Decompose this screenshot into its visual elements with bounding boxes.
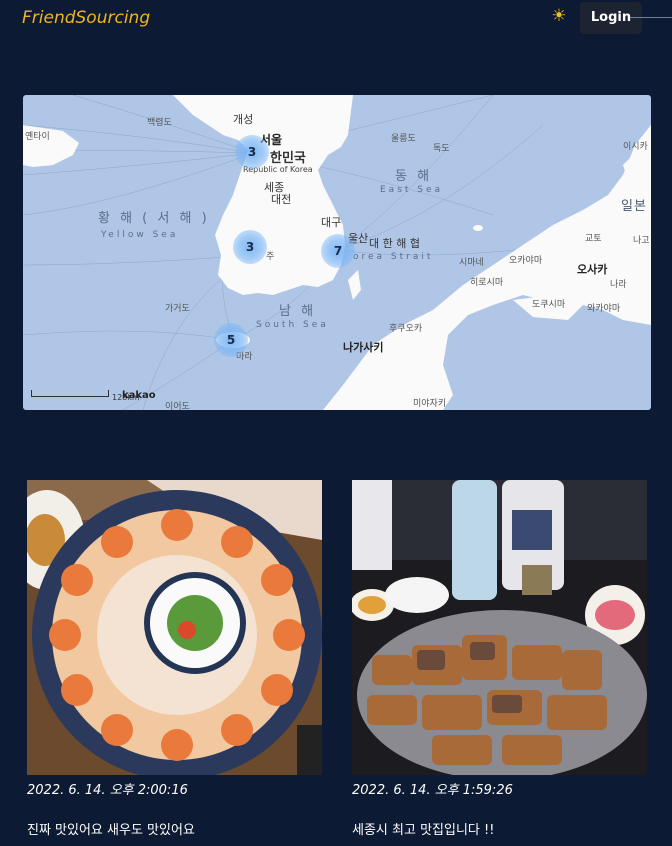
- map-label: 대전: [271, 193, 292, 206]
- map-label: 주: [266, 252, 275, 262]
- post-text: 세종시 최고 맛집입니다 !!: [352, 823, 495, 838]
- map-label: 한민국: [270, 151, 306, 166]
- map-label: 교토: [585, 234, 602, 244]
- map-label: 울릉도: [391, 134, 416, 144]
- map-label: 나가사키: [343, 341, 384, 354]
- post-image[interactable]: [352, 480, 647, 775]
- map-scale-bar: [31, 390, 109, 397]
- map-label: 미야자키: [413, 399, 447, 409]
- map-label: 도쿠시마: [532, 300, 566, 310]
- map-label: 이시카: [623, 142, 648, 152]
- map-label: orea Strait: [353, 252, 434, 262]
- login-button[interactable]: Login: [580, 2, 642, 34]
- map-label: 나고: [633, 236, 650, 246]
- map-label: 후쿠오카: [389, 324, 423, 334]
- map-label: 오카야마: [509, 256, 543, 266]
- map-label: 황 해 ( 서 해 ): [98, 211, 210, 226]
- map-cluster-marker[interactable]: 5: [214, 323, 248, 357]
- map-label: 옌타이: [25, 132, 50, 142]
- post-text: 진짜 맛있어요 새우도 맛있어요: [27, 823, 195, 838]
- map-label: 개성: [233, 113, 254, 126]
- map-cluster-marker[interactable]: 7: [321, 234, 355, 268]
- map-label: 히로시마: [470, 278, 504, 288]
- map-label: 일본: [621, 199, 647, 214]
- sun-icon[interactable]: ☀: [549, 6, 569, 26]
- post-image[interactable]: [27, 480, 322, 775]
- post-date: 2022. 6. 14. 오후 2:00:16: [27, 783, 188, 798]
- map-label: East Sea: [380, 185, 444, 195]
- map-label: 나라: [610, 280, 627, 290]
- map-label: 동 해: [395, 169, 433, 184]
- map[interactable]: 옌타이 백령도 개성 서울 한민국 Republic of Korea 세종 대…: [23, 95, 651, 410]
- map-label: South Sea: [256, 320, 329, 330]
- map-label: 남 해: [279, 304, 317, 319]
- logo[interactable]: FriendSourcing: [22, 8, 150, 28]
- map-label: 시마네: [459, 258, 484, 268]
- map-brand: kakao: [122, 390, 156, 401]
- grilled-pork-image: [352, 480, 647, 775]
- shrimp-platter-image: [27, 480, 322, 775]
- map-label: 가거도: [165, 304, 190, 314]
- map-label: Yellow Sea: [101, 230, 179, 240]
- post-card[interactable]: 2022. 6. 14. 오후 1:59:26 세종시 최고 맛집입니다 !!: [352, 480, 648, 838]
- decorative-line: [630, 17, 672, 18]
- post-date: 2022. 6. 14. 오후 1:59:26: [352, 783, 513, 798]
- map-label: 오사카: [577, 263, 608, 276]
- map-label: 대 한 해 협: [369, 237, 420, 250]
- map-label: 와카야마: [587, 304, 621, 314]
- header: FriendSourcing ☀ Login: [0, 0, 672, 36]
- map-cluster-marker[interactable]: 3: [233, 230, 267, 264]
- map-label: 독도: [433, 144, 450, 154]
- map-label: 대구: [321, 216, 342, 229]
- map-cluster-marker[interactable]: 3: [235, 135, 269, 169]
- post-card[interactable]: 2022. 6. 14. 오후 2:00:16 진짜 맛있어요 새우도 맛있어요: [27, 480, 323, 838]
- map-label: 이어도: [165, 402, 190, 410]
- map-label: 백령도: [147, 118, 172, 128]
